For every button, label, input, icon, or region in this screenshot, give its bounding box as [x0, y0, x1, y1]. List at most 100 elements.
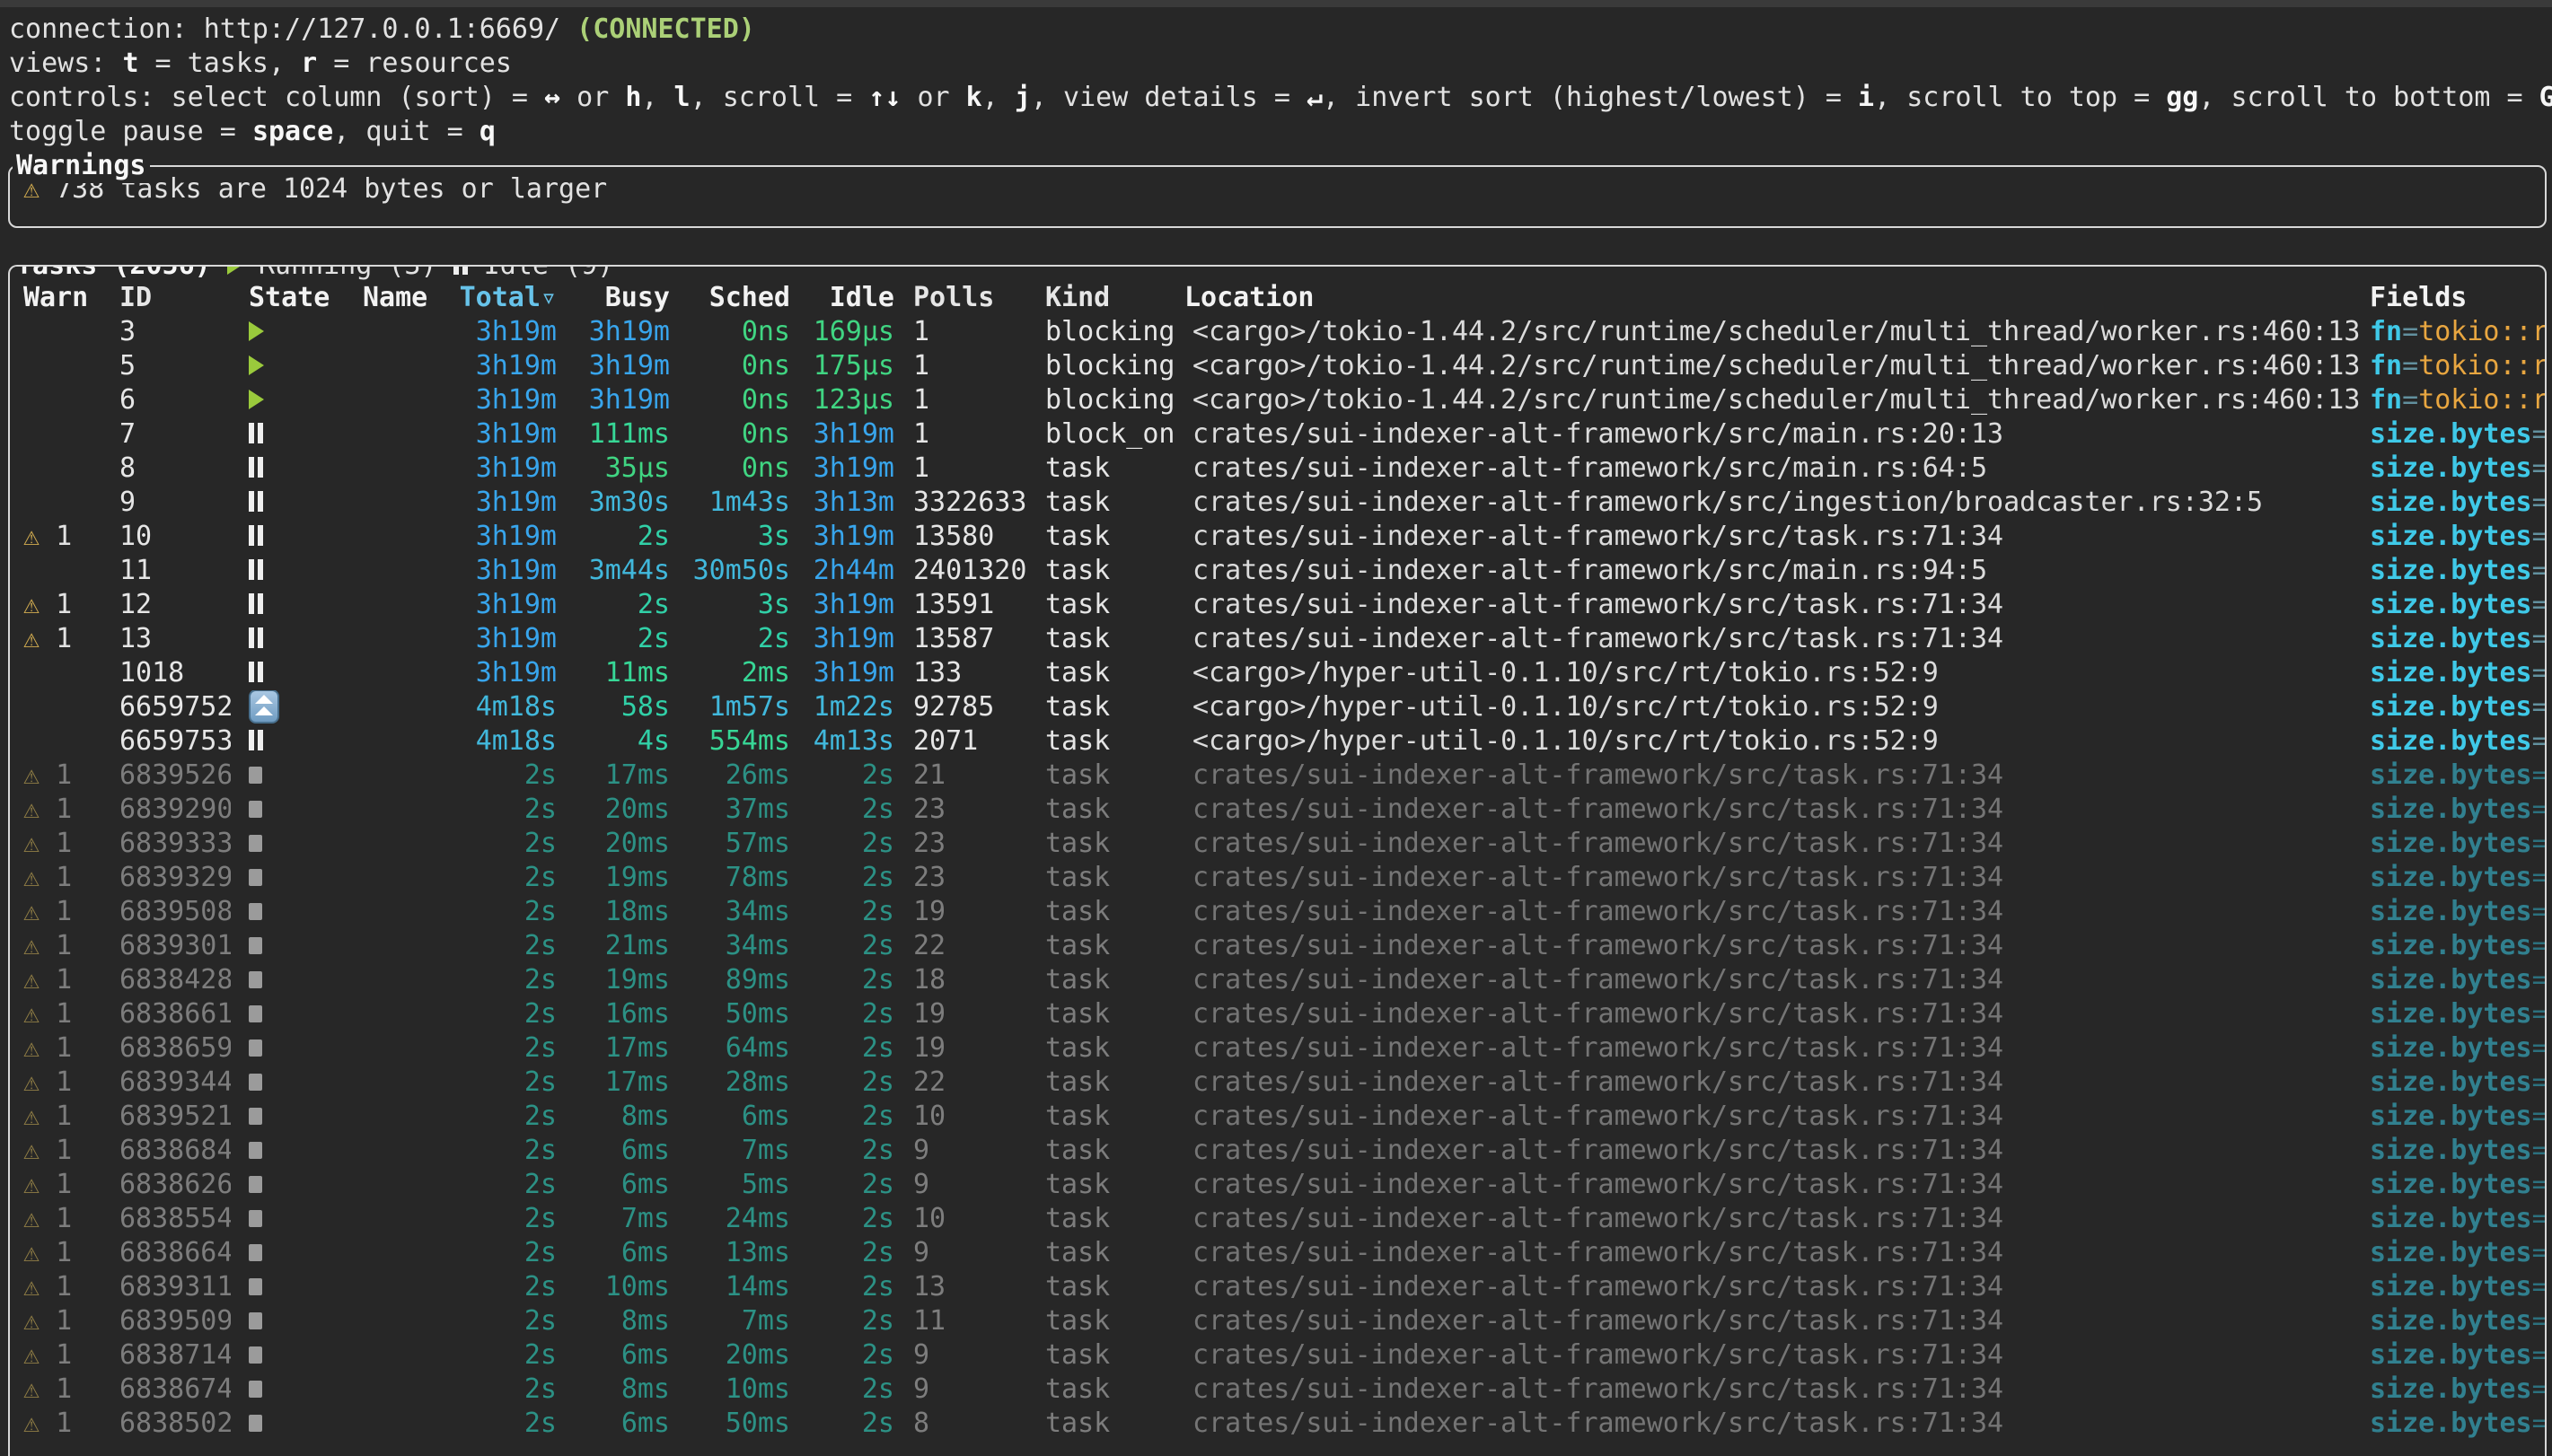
task-row[interactable]: 113h19m3m44s30m50s2h44m2401320taskcrates… — [10, 554, 2545, 588]
task-row[interactable]: ⚠ 1133h19m2s2s3h19m13587taskcrates/sui-i… — [10, 622, 2545, 656]
warn-count: 1 — [56, 896, 72, 927]
field-equals: = — [2532, 487, 2545, 518]
task-row[interactable]: ⚠ 168393442s17ms28ms2s22taskcrates/sui-i… — [10, 1066, 2545, 1100]
task-row[interactable]: ⚠ 168392902s20ms37ms2s23taskcrates/sui-i… — [10, 793, 2545, 827]
task-name — [330, 1304, 449, 1338]
warning-icon: ⚠ — [23, 1373, 56, 1405]
task-row[interactable]: 73h19m111ms0ns3h19m1block_oncrates/sui-i… — [10, 417, 2545, 452]
key-hint: space — [252, 116, 333, 147]
fields-cell: size.bytes= — [2362, 1066, 2545, 1100]
warn-count: 1 — [56, 623, 72, 654]
task-name — [330, 690, 449, 724]
task-row[interactable]: ⚠ 168393332s20ms57ms2s23taskcrates/sui-i… — [10, 827, 2545, 861]
task-kind: blocking — [1035, 383, 1184, 417]
warning-item: ⚠ 738 tasks are 1024 bytes or larger — [10, 172, 2545, 206]
task-row[interactable]: 63h19m3h19m0ns123µs1blocking<cargo>/toki… — [10, 383, 2545, 417]
task-kind: task — [1035, 724, 1184, 759]
column-header-name[interactable]: Name — [330, 281, 449, 315]
task-row[interactable]: ⚠ 168386592s17ms64ms2s19taskcrates/sui-i… — [10, 1031, 2545, 1066]
task-row[interactable]: ⚠ 168386612s16ms50ms2s19taskcrates/sui-i… — [10, 997, 2545, 1031]
task-row[interactable]: ⚠ 168386262s6ms5ms2s9taskcrates/sui-inde… — [10, 1168, 2545, 1202]
idle-state-icon — [249, 491, 263, 512]
duration-value: 30m50s — [693, 555, 790, 586]
warn-cell: ⚠ 1 — [10, 1100, 119, 1134]
task-row[interactable]: 66597524m18s58s1m57s1m22s92785task<cargo… — [10, 690, 2545, 724]
warn-cell: ⚠ 1 — [10, 895, 119, 929]
help-text: = tasks, — [139, 48, 302, 79]
task-row[interactable]: ⚠ 168395082s18ms34ms2s19taskcrates/sui-i… — [10, 895, 2545, 929]
fields-cell: size.bytes= — [2362, 520, 2545, 554]
task-row[interactable]: ⚠ 168386742s8ms10ms2s9taskcrates/sui-ind… — [10, 1373, 2545, 1407]
task-row[interactable]: 66597534m18s4s554ms4m13s2071task<cargo>/… — [10, 724, 2545, 759]
column-header-sched[interactable]: Sched — [671, 281, 790, 315]
task-row[interactable]: ⚠ 168386642s6ms13ms2s9taskcrates/sui-ind… — [10, 1236, 2545, 1270]
column-header-total[interactable]: Total▿ — [449, 281, 559, 315]
column-header-polls[interactable]: Polls — [895, 281, 1035, 315]
task-row[interactable]: ⚠ 1103h19m2s3s3h19m13580taskcrates/sui-i… — [10, 520, 2545, 554]
column-header-label: Sched — [709, 282, 790, 313]
field-equals: = — [2532, 1237, 2545, 1268]
duration-value: 3h19m — [476, 555, 557, 586]
warn-cell: ⚠ 1 — [10, 759, 119, 793]
task-row[interactable]: ⚠ 168385542s7ms24ms2s10taskcrates/sui-in… — [10, 1202, 2545, 1236]
task-kind: task — [1035, 759, 1184, 793]
warn-cell: ⚠ 1 — [10, 997, 119, 1031]
polls-count: 9 — [895, 1373, 1035, 1407]
duration-value: 3m44s — [589, 555, 670, 586]
column-header-idle[interactable]: Idle — [790, 281, 895, 315]
duration-value: 37ms — [726, 794, 790, 825]
task-row[interactable]: ⚠ 168393112s10ms14ms2s13taskcrates/sui-i… — [10, 1270, 2545, 1304]
duration-value: 19ms — [605, 862, 670, 893]
field-key: size.bytes — [2370, 1339, 2532, 1371]
column-header-id[interactable]: ID — [119, 281, 231, 315]
state-cell — [231, 622, 330, 656]
warn-count: 1 — [56, 1135, 72, 1166]
task-row[interactable]: 33h19m3h19m0ns169µs1blocking<cargo>/toki… — [10, 315, 2545, 349]
task-name — [330, 895, 449, 929]
polls-count: 3322633 — [895, 486, 1035, 520]
task-row[interactable]: ⚠ 168385022s6ms50ms2s8taskcrates/sui-ind… — [10, 1407, 2545, 1441]
state-cell — [231, 724, 330, 759]
task-row[interactable]: ⚠ 168386842s6ms7ms2s9taskcrates/sui-inde… — [10, 1134, 2545, 1168]
column-header-state[interactable]: State — [231, 281, 330, 315]
task-name — [330, 1407, 449, 1441]
task-id: 7 — [119, 417, 231, 452]
completed-state-icon — [249, 767, 262, 784]
column-header-fields[interactable]: Fields — [2362, 281, 2545, 315]
task-row[interactable]: ⚠ 168393292s19ms78ms2s23taskcrates/sui-i… — [10, 861, 2545, 895]
duration-value: 3h19m — [589, 350, 670, 382]
task-row[interactable]: 10183h19m11ms2ms3h19m133task<cargo>/hype… — [10, 656, 2545, 690]
task-row[interactable]: ⚠ 168395212s8ms6ms2s10taskcrates/sui-ind… — [10, 1100, 2545, 1134]
key-hint: j — [1015, 82, 1031, 113]
field-equals: = — [2532, 521, 2545, 552]
task-row[interactable]: 53h19m3h19m0ns175µs1blocking<cargo>/toki… — [10, 349, 2545, 383]
task-row[interactable]: ⚠ 168393012s21ms34ms2s22taskcrates/sui-i… — [10, 929, 2545, 963]
warn-cell — [10, 690, 119, 724]
task-row[interactable]: ⚠ 168387142s6ms20ms2s9taskcrates/sui-ind… — [10, 1338, 2545, 1373]
help-text: , scroll to top = — [1874, 82, 2166, 113]
task-row[interactable]: ⚠ 168395092s8ms7ms2s11taskcrates/sui-ind… — [10, 1304, 2545, 1338]
column-header-warn[interactable]: Warn — [10, 281, 119, 315]
warn-count: 1 — [56, 828, 72, 859]
fields-cell: size.bytes= — [2362, 486, 2545, 520]
warn-cell: ⚠ 1 — [10, 1031, 119, 1066]
duration-value: 3h19m — [476, 487, 557, 518]
task-row[interactable]: 83h19m35µs0ns3h19m1taskcrates/sui-indexe… — [10, 452, 2545, 486]
task-row[interactable]: 93h19m3m30s1m43s3h13m3322633taskcrates/s… — [10, 486, 2545, 520]
completed-state-icon — [249, 1074, 262, 1091]
completed-state-icon — [249, 801, 262, 818]
task-id: 6659753 — [119, 724, 231, 759]
polls-count: 10 — [895, 1202, 1035, 1236]
column-header-kind[interactable]: Kind — [1035, 281, 1184, 315]
task-row[interactable]: ⚠ 168395262s17ms26ms2s21taskcrates/sui-i… — [10, 759, 2545, 793]
task-row[interactable]: ⚠ 1123h19m2s3s3h19m13591taskcrates/sui-i… — [10, 588, 2545, 622]
warning-icon: ⚠ — [23, 1135, 56, 1166]
warning-icon: ⚠ — [23, 1408, 56, 1439]
column-header-location[interactable]: Location — [1184, 281, 2362, 315]
column-header-busy[interactable]: Busy — [559, 281, 671, 315]
task-kind: task — [1035, 452, 1184, 486]
warn-cell: ⚠ 1 — [10, 1373, 119, 1407]
warn-cell: ⚠ 1 — [10, 1168, 119, 1202]
task-row[interactable]: ⚠ 168384282s19ms89ms2s18taskcrates/sui-i… — [10, 963, 2545, 997]
tasks-panel-title: Tasks (2056) Running (3) Idle (9) — [13, 265, 617, 283]
